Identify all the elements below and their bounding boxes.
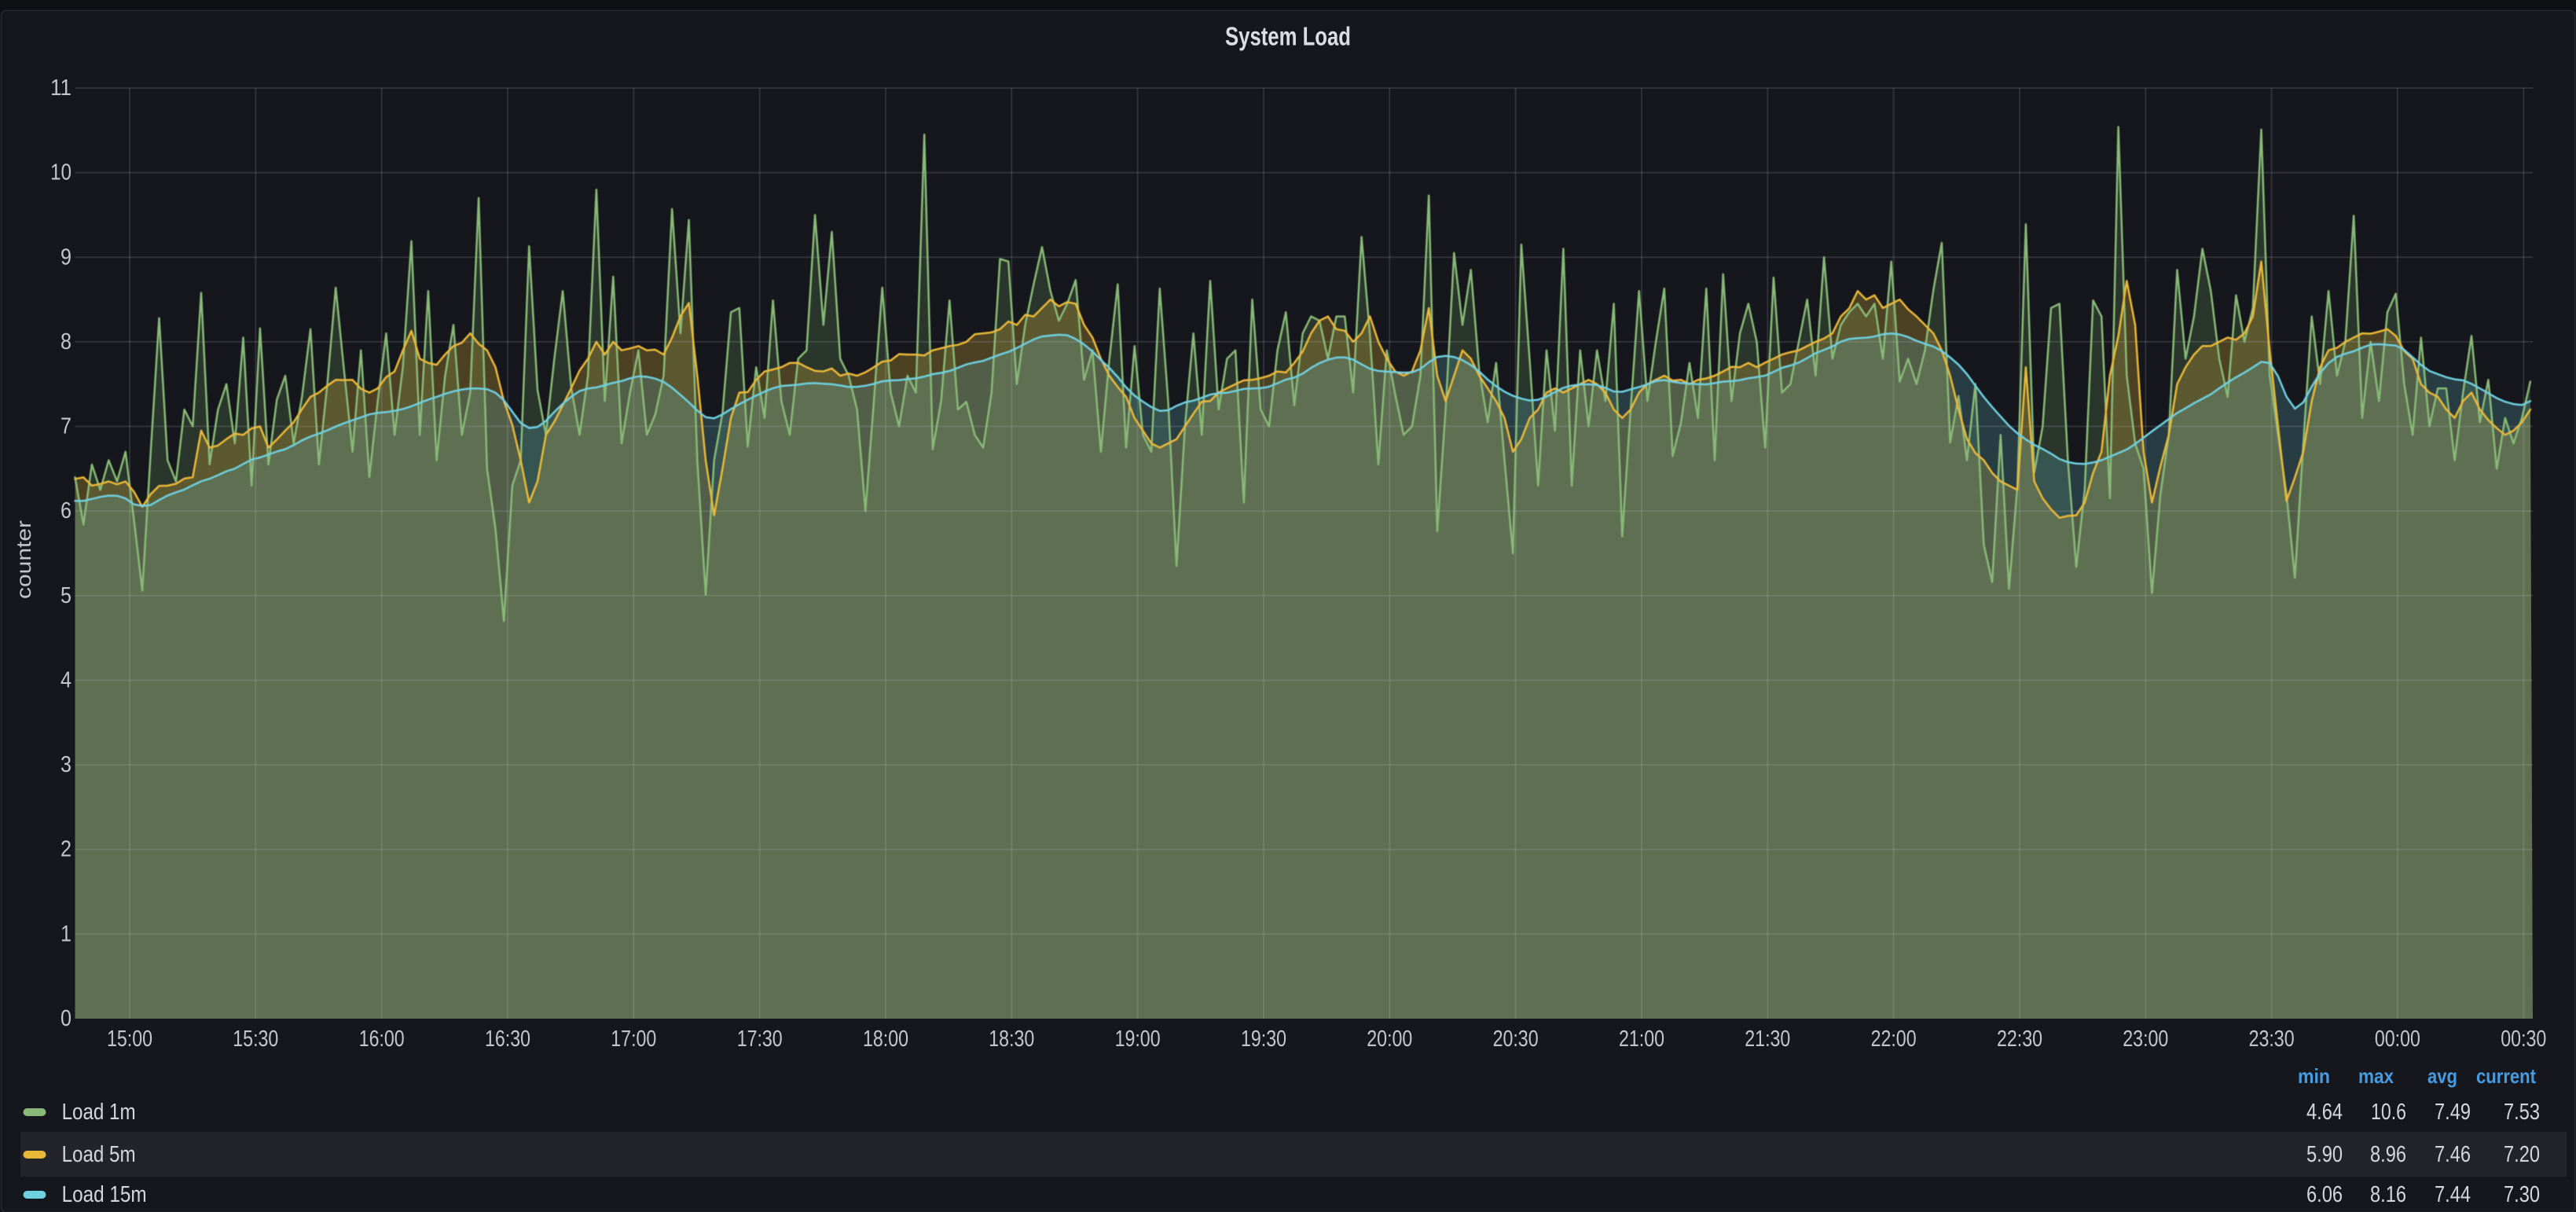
svg-text:counter: counter: [12, 520, 35, 599]
svg-text:System Load: System Load: [1225, 22, 1351, 51]
svg-text:7.30: 7.30: [2504, 1182, 2540, 1207]
svg-text:18:30: 18:30: [989, 1027, 1034, 1052]
svg-text:4: 4: [61, 667, 72, 692]
svg-text:Load 15m: Load 15m: [62, 1182, 147, 1207]
svg-text:10.6: 10.6: [2371, 1100, 2406, 1125]
svg-text:23:30: 23:30: [2249, 1027, 2295, 1052]
svg-text:10: 10: [50, 160, 72, 185]
svg-text:11: 11: [50, 75, 72, 101]
svg-text:8.96: 8.96: [2370, 1142, 2406, 1167]
svg-text:17:30: 17:30: [737, 1027, 783, 1052]
svg-text:4.64: 4.64: [2306, 1100, 2343, 1125]
svg-text:19:00: 19:00: [1115, 1027, 1161, 1052]
svg-text:8: 8: [61, 329, 72, 354]
svg-text:7: 7: [61, 414, 72, 439]
svg-text:6: 6: [61, 498, 72, 523]
svg-text:7.20: 7.20: [2504, 1142, 2540, 1167]
svg-text:5: 5: [61, 583, 72, 608]
svg-text:15:00: 15:00: [107, 1027, 152, 1052]
svg-text:0: 0: [61, 1006, 72, 1031]
svg-text:avg: avg: [2427, 1064, 2457, 1088]
svg-text:22:30: 22:30: [1997, 1027, 2042, 1052]
svg-text:7.49: 7.49: [2435, 1100, 2471, 1125]
svg-text:00:30: 00:30: [2501, 1027, 2546, 1052]
svg-text:1: 1: [61, 921, 72, 946]
svg-text:21:30: 21:30: [1745, 1027, 1790, 1052]
svg-text:20:30: 20:30: [1493, 1027, 1539, 1052]
svg-text:9: 9: [61, 244, 72, 270]
svg-text:current: current: [2476, 1064, 2536, 1088]
svg-text:7.53: 7.53: [2504, 1100, 2540, 1125]
svg-text:6.06: 6.06: [2306, 1182, 2343, 1207]
svg-text:Load 5m: Load 5m: [62, 1142, 136, 1167]
svg-text:00:00: 00:00: [2375, 1027, 2420, 1052]
svg-text:18:00: 18:00: [863, 1027, 908, 1052]
svg-text:max: max: [2358, 1064, 2394, 1088]
svg-text:7.44: 7.44: [2435, 1182, 2471, 1207]
svg-text:3: 3: [61, 752, 72, 777]
svg-text:8.16: 8.16: [2370, 1182, 2406, 1207]
svg-text:15:30: 15:30: [233, 1027, 278, 1052]
svg-text:22:00: 22:00: [1871, 1027, 1917, 1052]
svg-text:23:00: 23:00: [2123, 1027, 2168, 1052]
svg-text:20:00: 20:00: [1367, 1027, 1412, 1052]
svg-text:Load 1m: Load 1m: [62, 1100, 136, 1125]
svg-text:5.90: 5.90: [2306, 1142, 2343, 1167]
svg-text:7.46: 7.46: [2435, 1142, 2471, 1167]
svg-text:min: min: [2298, 1064, 2330, 1088]
svg-text:19:30: 19:30: [1241, 1027, 1286, 1052]
svg-text:2: 2: [61, 837, 72, 862]
svg-text:21:00: 21:00: [1619, 1027, 1664, 1052]
svg-text:16:30: 16:30: [485, 1027, 530, 1052]
svg-text:16:00: 16:00: [359, 1027, 405, 1052]
svg-text:17:00: 17:00: [611, 1027, 656, 1052]
